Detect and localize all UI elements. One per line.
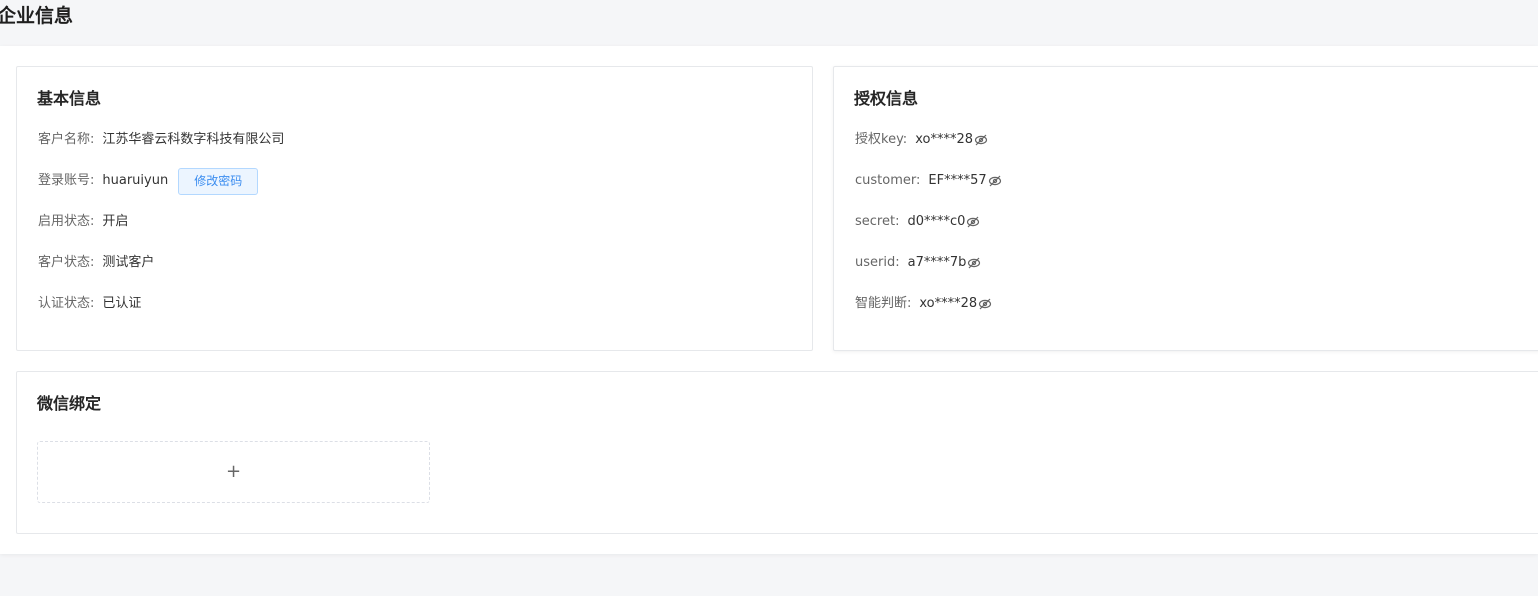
customer-status-row: 客户状态: 测试客户 (38, 253, 154, 273)
smart-judge-label: 智能判断: (855, 296, 912, 311)
userid-value: a7****7b (907, 255, 967, 270)
wechat-binding-card: 微信绑定 + (16, 371, 1538, 534)
page-title: 企业信息 (0, 5, 74, 27)
verify-status-label: 认证状态: (38, 296, 95, 311)
login-account-row: 登录账号: huaruiyun 修改密码 (38, 167, 259, 195)
auth-info-card: 授权信息 授权key: xo****28 customer: EF****57 … (833, 66, 1538, 351)
add-wechat-button[interactable]: + (37, 441, 430, 503)
auth-info-title: 授权信息 (854, 89, 919, 108)
customer-label: customer: (855, 173, 921, 188)
customer-name-value: 江苏华睿云科数字科技有限公司 (102, 132, 285, 147)
auth-key-label: 授权key: (855, 132, 908, 147)
eye-off-icon[interactable] (978, 297, 992, 311)
basic-info-card: 基本信息 客户名称: 江苏华睿云科数字科技有限公司 登录账号: huaruiyu… (16, 66, 813, 351)
enable-status-row: 启用状态: 开启 (38, 212, 128, 232)
eye-off-icon[interactable] (974, 133, 988, 147)
basic-info-title: 基本信息 (37, 89, 102, 108)
eye-off-icon[interactable] (966, 215, 980, 229)
customer-name-row: 客户名称: 江苏华睿云科数字科技有限公司 (38, 130, 284, 150)
verify-status-value: 已认证 (102, 296, 142, 311)
customer-status-value: 测试客户 (102, 255, 155, 270)
wechat-binding-title: 微信绑定 (37, 394, 102, 413)
content-area: 基本信息 客户名称: 江苏华睿云科数字科技有限公司 登录账号: huaruiyu… (0, 46, 1538, 554)
change-password-button[interactable]: 修改密码 (178, 167, 259, 195)
smart-judge-value: xo****28 (919, 296, 978, 311)
customer-name-label: 客户名称: (38, 132, 95, 147)
enable-status-value: 开启 (102, 214, 129, 229)
smart-judge-row: 智能判断: xo****28 (855, 294, 992, 314)
customer-row: customer: EF****57 (855, 171, 1002, 191)
auth-key-row: 授权key: xo****28 (855, 130, 988, 150)
enable-status-label: 启用状态: (38, 214, 95, 229)
userid-row: userid: a7****7b (855, 253, 981, 273)
secret-label: secret: (855, 214, 900, 229)
login-account-label: 登录账号: (38, 173, 95, 188)
userid-label: userid: (855, 255, 900, 270)
secret-row: secret: d0****c0 (855, 212, 980, 232)
auth-key-value: xo****28 (915, 132, 973, 147)
customer-value: EF****57 (928, 173, 987, 188)
secret-value: d0****c0 (907, 214, 966, 229)
verify-status-row: 认证状态: 已认证 (38, 294, 141, 314)
customer-status-label: 客户状态: (38, 255, 95, 270)
plus-icon: + (225, 461, 242, 482)
login-account-value: huaruiyun (102, 173, 169, 188)
eye-off-icon[interactable] (967, 256, 981, 270)
eye-off-icon[interactable] (988, 174, 1002, 188)
